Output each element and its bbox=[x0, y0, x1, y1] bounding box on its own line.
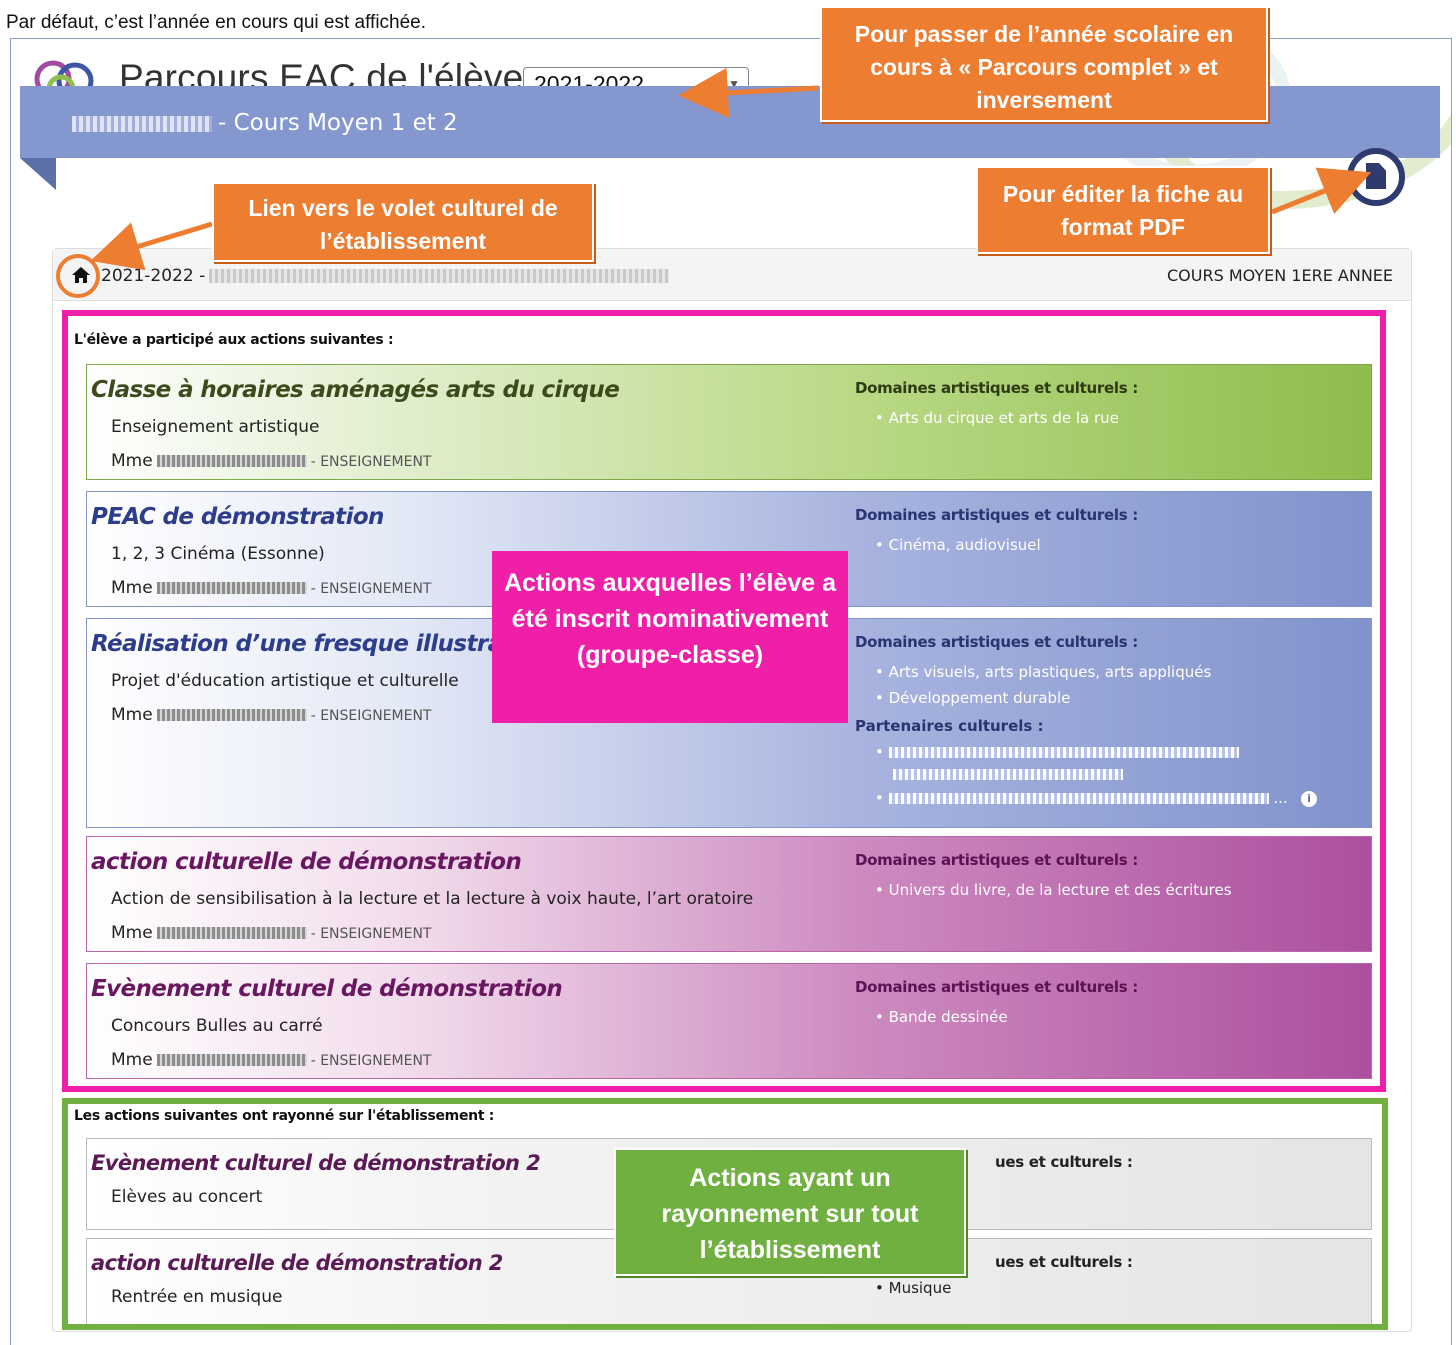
breadcrumb-text: 2021-2022 - bbox=[101, 266, 670, 286]
pdf-export-button[interactable] bbox=[1347, 148, 1405, 206]
home-link-highlight bbox=[56, 254, 100, 298]
callout-home-link: Lien vers le volet culturel de l’établis… bbox=[212, 182, 594, 262]
redacted-school-name bbox=[72, 115, 212, 132]
banner-fold bbox=[20, 158, 56, 190]
callout-pdf: Pour éditer la fiche au format PDF bbox=[976, 166, 1270, 254]
class-level: COURS MOYEN 1ERE ANNEE bbox=[1167, 266, 1393, 285]
document-icon bbox=[1366, 163, 1386, 189]
callout-year-switch: Pour passer de l’année scolaire en cours… bbox=[820, 6, 1268, 122]
callout-school-actions: Actions ayant un rayonnement sur tout l’… bbox=[614, 1148, 966, 1276]
callout-nominative-actions: Actions auxquelles l’élève a été inscrit… bbox=[492, 551, 848, 723]
intro-caption: Par défaut, c’est l’année en cours qui e… bbox=[6, 12, 427, 33]
redacted-school bbox=[209, 269, 670, 283]
class-title: - Cours Moyen 1 et 2 bbox=[72, 110, 458, 136]
